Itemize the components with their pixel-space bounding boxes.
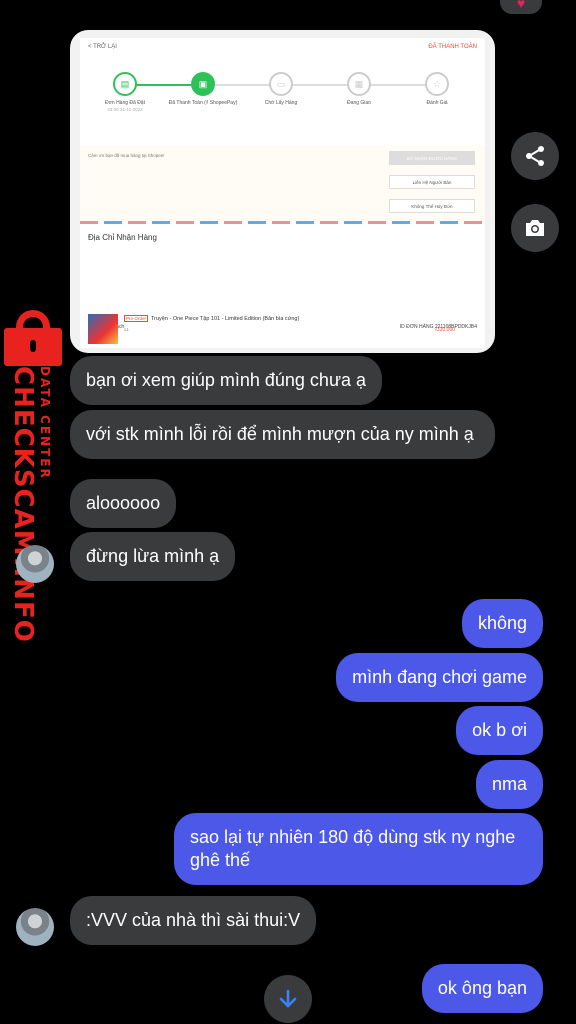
product-title: Pre-Order Truyện - One Piece Tập 101 - Li… (124, 315, 300, 322)
avatar[interactable] (16, 908, 54, 946)
back-link: < TRỞ LẠI (88, 44, 117, 50)
message-outgoing[interactable]: sao lại tự nhiên 180 độ dùng stk ny nghe… (174, 813, 543, 885)
order-status: ĐÃ THANH TOÁN (428, 44, 477, 50)
contact-seller-button: Liên Hệ Người Bán (389, 175, 475, 189)
payment-icon: ▣ (191, 72, 215, 96)
product-thumbnail (88, 314, 118, 344)
message-incoming[interactable]: với stk mình lỗi rồi để mình mượn của ny… (70, 410, 495, 459)
avatar[interactable] (16, 545, 54, 583)
message-outgoing[interactable]: nma (475, 760, 543, 809)
message-outgoing[interactable]: ok b ơi (456, 706, 543, 755)
product-qty: x1 (124, 327, 129, 332)
shared-image-message[interactable]: < TRỞ LẠI ĐÃ THANH TOÁN ▤ Đơn Hàng Đã Đặ… (70, 30, 495, 353)
arrow-down-icon (279, 989, 297, 1008)
order-notice: Cảm ơn bạn đã mua hàng tại Shopee! ĐÃ NH… (80, 145, 485, 221)
message-incoming[interactable]: aloooooo (70, 479, 177, 528)
heart-icon: ♥ (516, 0, 526, 11)
order-detail-screenshot: < TRỞ LẠI ĐÃ THANH TOÁN ▤ Đơn Hàng Đã Đặ… (80, 38, 485, 348)
step-paid: ▣ Đã Thanh Toán (₫ ShopeePay) (168, 72, 238, 107)
receipt-icon: ▤ (113, 72, 137, 96)
message-outgoing[interactable]: không (461, 599, 543, 648)
box-icon: ▦ (347, 72, 371, 96)
message-incoming[interactable]: đừng lừa mình ạ (70, 532, 236, 581)
message-outgoing[interactable]: mình đang chơi game (336, 653, 543, 702)
step-placed: ▤ Đơn Hàng Đã Đặt 23:00 21-11-2022 (90, 72, 160, 113)
share-icon (526, 146, 544, 166)
order-row: Nhà sách ID ĐƠN HÀNG 221108BPDDKJB4 (88, 324, 477, 334)
step-pickup: ▭ Chờ Lấy Hàng (246, 72, 316, 107)
order-progress: ▤ Đơn Hàng Đã Đặt 23:00 21-11-2022 ▣ Đã … (80, 72, 485, 132)
envelope-stripe (80, 221, 485, 224)
truck-icon: ▭ (269, 72, 293, 96)
received-button: ĐÃ NHẬN ĐƯỢC HÀNG (389, 151, 475, 165)
product-price: ₫320.000 (434, 327, 455, 333)
message-outgoing[interactable]: ok ông bạn (421, 964, 543, 1013)
cancel-order-button: Không Thể Hủy Đơn (389, 199, 475, 213)
camera-icon (526, 220, 544, 236)
preorder-tag: Pre-Order (124, 315, 149, 322)
share-button[interactable] (511, 132, 559, 180)
camera-button[interactable] (511, 204, 559, 252)
watermark-main-text: CHECKSCAM.INFO (8, 366, 38, 643)
watermark-sub-text: DATA CENTER (38, 366, 52, 480)
message-incoming[interactable]: bạn ơi xem giúp mình đúng chưa ạ (70, 356, 383, 405)
step-shipping: ▦ Đang Giao (324, 72, 394, 107)
message-reaction[interactable]: ♥ (500, 0, 542, 14)
star-icon: ☆ (425, 72, 449, 96)
message-incoming[interactable]: :VVV của nhà thì sài thui:V (70, 896, 317, 945)
step-review: ☆ Đánh Giá (402, 72, 472, 107)
address-title: Địa Chỉ Nhận Hàng (88, 233, 157, 242)
scroll-to-bottom-button[interactable] (264, 975, 312, 1023)
